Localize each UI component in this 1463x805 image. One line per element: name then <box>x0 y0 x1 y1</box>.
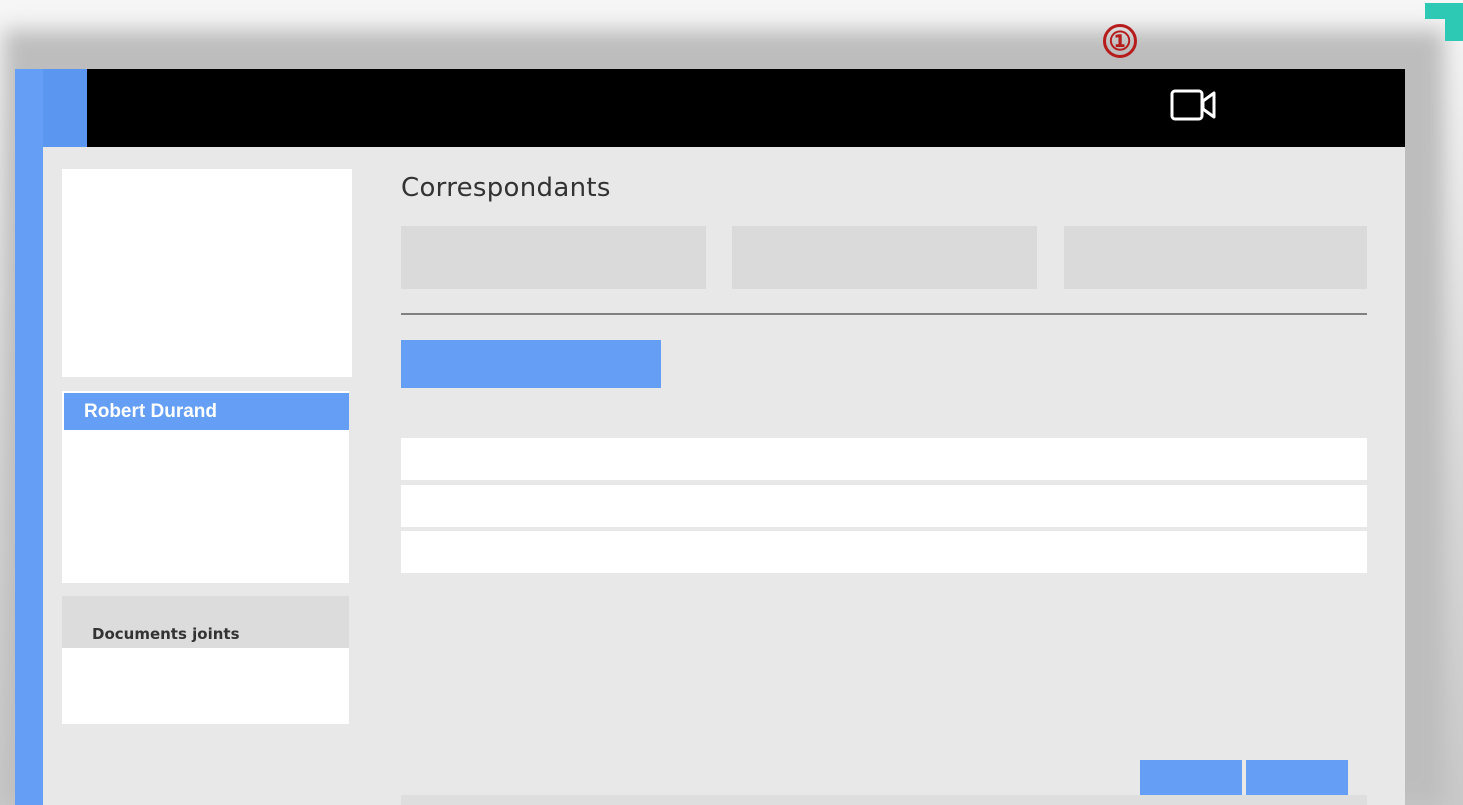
page-title: Correspondants <box>401 173 611 203</box>
annotation-marker-1: ① <box>1103 24 1137 58</box>
filter-field-1[interactable] <box>401 226 706 289</box>
footer-strip <box>401 795 1367 805</box>
primary-action-button[interactable] <box>401 340 661 388</box>
contact-card: Robert Durand <box>62 391 349 583</box>
list-row[interactable] <box>401 438 1367 480</box>
corner-accent-vertical <box>1445 3 1463 41</box>
footer-button-2[interactable] <box>1246 760 1348 795</box>
footer-button-1[interactable] <box>1140 760 1242 795</box>
app-window: Robert Durand Documents joints Correspon… <box>15 69 1405 805</box>
sidebar-top-card <box>62 169 352 377</box>
list-row[interactable] <box>401 531 1367 573</box>
top-bar <box>87 69 1405 147</box>
section-divider <box>401 313 1367 315</box>
contact-name-header[interactable]: Robert Durand <box>64 393 349 430</box>
documents-card: Documents joints <box>62 596 349 724</box>
documents-header[interactable]: Documents joints <box>62 596 349 648</box>
documents-label: Documents joints <box>92 625 240 643</box>
top-bar-accent <box>43 69 87 147</box>
video-camera-icon[interactable] <box>1170 88 1228 124</box>
left-accent-stripe <box>15 69 43 805</box>
filter-field-2[interactable] <box>732 226 1037 289</box>
corner-accent-icon <box>1425 3 1463 41</box>
filter-field-3[interactable] <box>1064 226 1367 289</box>
list-row[interactable] <box>401 485 1367 527</box>
